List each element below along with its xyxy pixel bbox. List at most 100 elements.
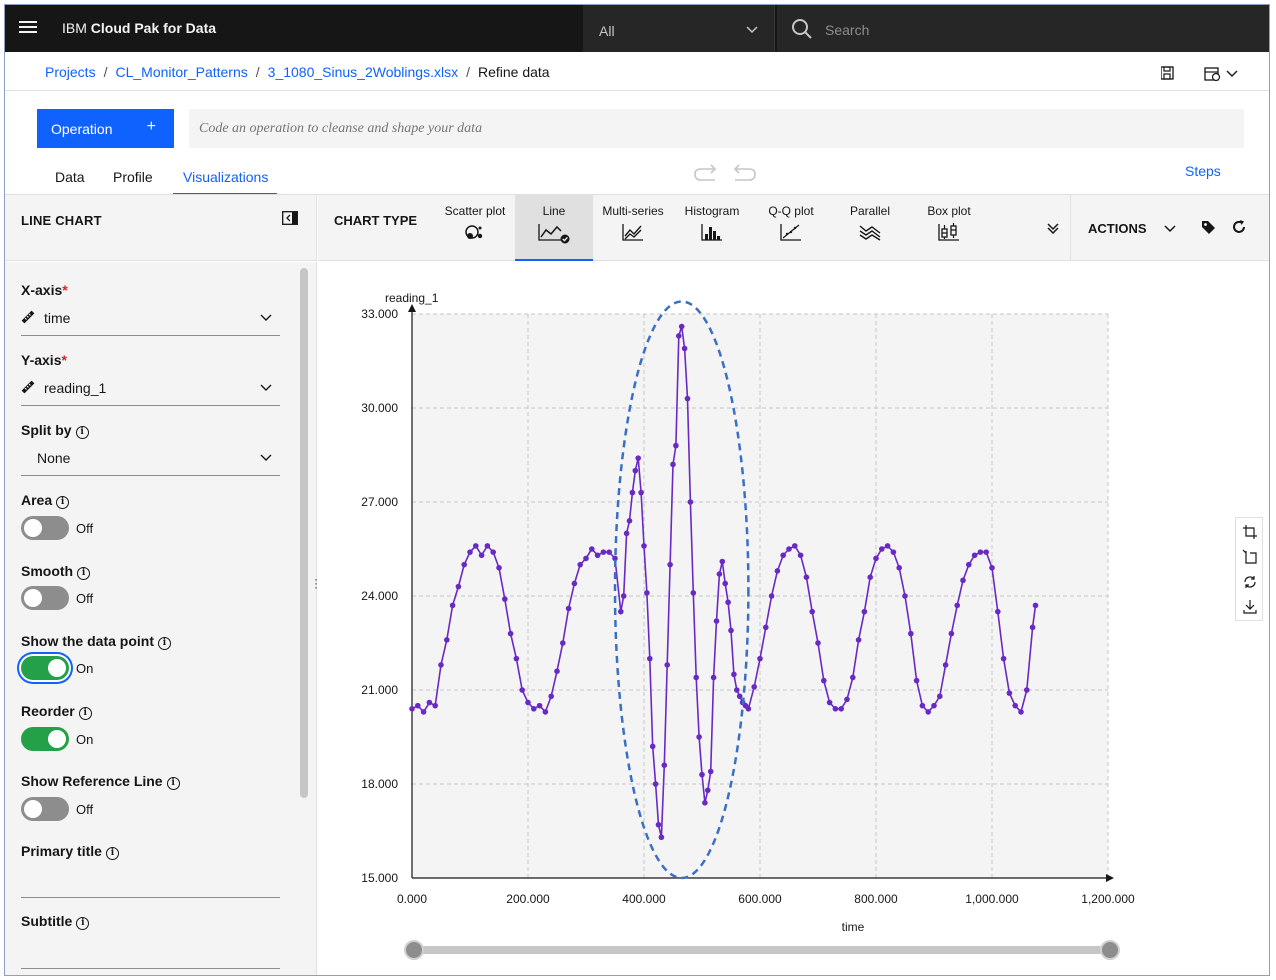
show-data-point-toggle[interactable] (21, 656, 69, 680)
info-icon[interactable]: i (105, 847, 119, 860)
data-point[interactable] (954, 602, 960, 609)
data-point[interactable] (626, 518, 633, 524)
operation-code-input[interactable] (189, 109, 1244, 148)
save-icon[interactable] (1160, 66, 1174, 80)
data-point[interactable] (855, 637, 862, 643)
operation-button[interactable]: Operation + (37, 109, 174, 148)
chart-type-qq[interactable]: Q-Q plot (752, 195, 830, 261)
info-icon[interactable]: i (166, 777, 180, 790)
range-slider-end-handle[interactable] (1100, 940, 1120, 960)
data-point[interactable] (687, 499, 694, 505)
data-point[interactable] (745, 706, 752, 712)
data-point[interactable] (725, 599, 731, 606)
data-point[interactable] (467, 549, 473, 555)
undo-icon[interactable] (694, 164, 717, 181)
data-point[interactable] (989, 565, 995, 571)
data-point[interactable] (879, 546, 885, 552)
data-point[interactable] (736, 693, 743, 700)
data-point[interactable] (507, 630, 514, 637)
data-point[interactable] (983, 549, 989, 555)
data-point[interactable] (490, 549, 496, 555)
redo-icon[interactable] (733, 164, 756, 181)
chevron-down-icon[interactable] (1226, 70, 1238, 77)
data-point[interactable] (589, 546, 595, 552)
data-point[interactable] (873, 555, 879, 562)
data-point[interactable] (792, 543, 798, 549)
data-point[interactable] (577, 561, 583, 568)
data-point[interactable] (728, 627, 734, 634)
data-point[interactable] (890, 549, 897, 555)
data-point[interactable] (693, 674, 699, 681)
data-point[interactable] (1006, 690, 1013, 696)
data-point[interactable] (678, 323, 685, 330)
scope-dropdown[interactable]: All (583, 5, 775, 52)
data-point[interactable] (461, 561, 467, 568)
data-point[interactable] (641, 543, 647, 549)
data-point[interactable] (931, 702, 937, 709)
data-point[interactable] (420, 709, 427, 715)
data-point[interactable] (1000, 655, 1007, 662)
collapse-panel-icon[interactable] (282, 211, 298, 225)
chart-type-line[interactable]: Line (515, 195, 593, 261)
data-point[interactable] (731, 671, 737, 678)
data-point[interactable] (780, 552, 786, 559)
chart-type-parallel[interactable]: Parallel (831, 195, 909, 261)
data-point[interactable] (649, 743, 656, 750)
data-point[interactable] (896, 565, 902, 571)
smooth-toggle[interactable] (21, 586, 69, 610)
area-toggle[interactable] (21, 516, 69, 540)
data-point[interactable] (850, 674, 856, 681)
zoom-select-icon[interactable] (1242, 524, 1258, 540)
data-point[interactable] (719, 558, 726, 565)
info-icon[interactable]: i (76, 917, 90, 930)
data-point[interactable] (734, 687, 740, 693)
info-icon[interactable]: i (56, 496, 70, 509)
data-point[interactable] (707, 768, 714, 775)
data-point[interactable] (536, 702, 543, 709)
data-point[interactable] (655, 821, 662, 828)
data-point[interactable] (618, 608, 624, 615)
data-point[interactable] (768, 593, 775, 599)
data-point[interactable] (960, 577, 966, 584)
data-point[interactable] (484, 543, 491, 549)
breadcrumb-asset[interactable]: 3_1080_Sinus_2Woblings.xlsx (268, 64, 458, 80)
primary-title-input[interactable] (21, 897, 280, 898)
data-point[interactable] (583, 555, 589, 562)
data-point[interactable] (844, 696, 850, 703)
data-point[interactable] (690, 590, 697, 596)
tab-data[interactable]: Data (55, 169, 85, 185)
menu-icon[interactable] (19, 21, 37, 35)
split-by-dropdown[interactable]: None (21, 442, 280, 476)
data-point[interactable] (815, 640, 821, 646)
data-point[interactable] (455, 583, 462, 590)
data-point[interactable] (673, 442, 679, 449)
tag-icon[interactable] (1200, 219, 1216, 235)
zoom-reset-icon[interactable] (1242, 549, 1258, 565)
chart-type-histogram[interactable]: Histogram (673, 195, 751, 261)
data-point[interactable] (977, 549, 984, 555)
data-point[interactable] (867, 574, 873, 580)
reorder-toggle[interactable] (21, 727, 69, 751)
reference-line-toggle[interactable] (21, 797, 69, 821)
chevron-down-icon[interactable] (1164, 225, 1176, 233)
data-point[interactable] (1018, 709, 1024, 715)
tab-profile[interactable]: Profile (113, 169, 153, 185)
data-point[interactable] (710, 674, 717, 681)
data-point[interactable] (502, 596, 508, 602)
data-point[interactable] (696, 734, 702, 740)
chart-type-scatter[interactable]: Scatter plot (436, 195, 514, 261)
data-point[interactable] (774, 568, 781, 574)
info-icon[interactable]: i (77, 567, 91, 580)
data-point[interactable] (670, 461, 676, 468)
data-point[interactable] (821, 677, 827, 684)
data-point[interactable] (861, 608, 868, 615)
data-point[interactable] (1024, 687, 1030, 693)
data-point[interactable] (937, 693, 943, 700)
data-point[interactable] (908, 630, 914, 637)
data-point[interactable] (496, 565, 502, 571)
data-point[interactable] (838, 706, 844, 712)
data-point[interactable] (966, 561, 972, 568)
info-icon[interactable]: i (158, 637, 171, 650)
data-point[interactable] (699, 771, 705, 778)
data-point[interactable] (513, 655, 520, 662)
